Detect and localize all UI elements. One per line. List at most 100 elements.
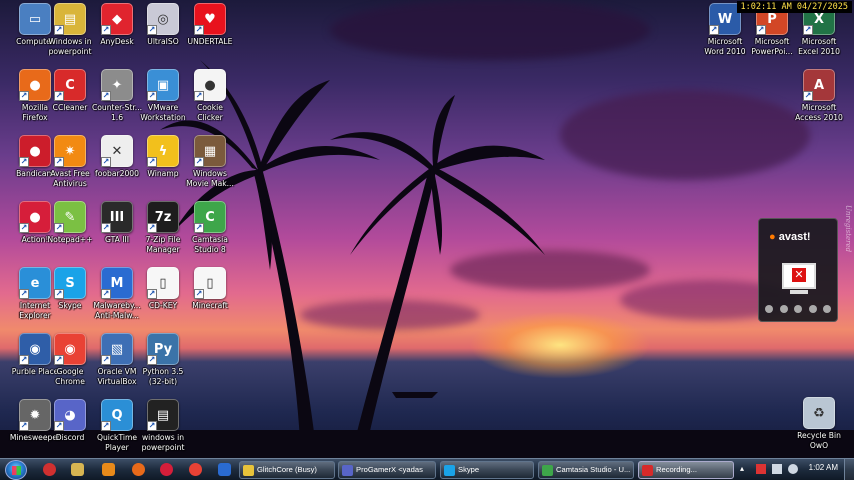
- desktop-icon-python-3-5[interactable]: Py ↗ Python 3.5 (32-bit): [128, 333, 198, 397]
- microsoft-access-2010-icon: A ↗: [803, 69, 835, 101]
- shortcut-arrow-icon: ↗: [756, 25, 766, 35]
- shortcut-arrow-icon: ↗: [54, 91, 64, 101]
- taskbar-app-icon: [642, 465, 653, 476]
- shortcut-arrow-icon: ↗: [54, 223, 64, 233]
- taskbar-button[interactable]: Camtasia Studio - U...: [538, 461, 634, 479]
- shortcut-arrow-icon: ↗: [147, 421, 157, 431]
- taskbar-button[interactable]: GlitchCore (Busy): [239, 461, 335, 479]
- shortcut-arrow-icon: ↗: [101, 355, 111, 365]
- desktop-icon-undertale[interactable]: ♥ ↗ UNDERTALE: [175, 3, 245, 67]
- desktop-icon-windows-movie-maker[interactable]: ▦ ↗ Windows Movie Mak...: [175, 135, 245, 199]
- start-button[interactable]: [5, 460, 27, 480]
- quicklaunch-action-icon[interactable]: [160, 463, 173, 476]
- shortcut-arrow-icon: ↗: [101, 157, 111, 167]
- show-hidden-icons-chevron-icon[interactable]: ▴: [740, 464, 750, 474]
- update-icon[interactable]: [823, 305, 831, 313]
- desktop-icon-label: Minecraft: [192, 301, 228, 310]
- settings-icon[interactable]: [765, 305, 773, 313]
- quicklaunch-explorer-icon[interactable]: [71, 463, 84, 476]
- tray-volume-icon[interactable]: [788, 464, 798, 474]
- shortcut-arrow-icon: ↗: [194, 289, 204, 299]
- desktop-icon-recycle-bin[interactable]: ♻ Recycle Bin OwO: [784, 397, 854, 458]
- desktop-icon-label: Camtasia Studio 8: [192, 235, 228, 254]
- shortcut-arrow-icon: ↗: [19, 289, 29, 299]
- taskbar-button[interactable]: Recording...: [638, 461, 734, 479]
- desktop-icon-windows-in-powerpoint-2[interactable]: ▤ ↗ windows in powerpoint: [128, 399, 198, 458]
- windows-movie-maker-icon: ▦ ↗: [194, 135, 226, 167]
- desktop-icon-label: Windows Movie Mak...: [186, 169, 234, 188]
- shortcut-arrow-icon: ↗: [101, 421, 111, 431]
- show-desktop-button[interactable]: [844, 459, 854, 480]
- shortcut-arrow-icon: ↗: [709, 25, 719, 35]
- windows-in-powerpoint-2-icon: ▤ ↗: [147, 399, 179, 431]
- shortcut-arrow-icon: ↗: [194, 25, 204, 35]
- shortcut-arrow-icon: ↗: [147, 355, 157, 365]
- desktop-icon-label: Recycle Bin OwO: [797, 431, 841, 450]
- recording-clock-overlay: 1:02:11 AM 04/27/2025: [736, 1, 852, 13]
- shortcut-arrow-icon: ↗: [54, 355, 64, 365]
- taskbar-button-label: Skype: [458, 465, 480, 474]
- taskbar-button[interactable]: Skype: [440, 461, 534, 479]
- cookie-clicker-icon: ● ↗: [194, 69, 226, 101]
- desktop[interactable]: ▭ Computer ▤ ↗ Windows in powerpoint ◆ ↗ AnyDes…: [0, 0, 854, 458]
- taskbar-button[interactable]: ProGamerX <yadas: [338, 461, 436, 479]
- shortcut-arrow-icon: ↗: [19, 421, 29, 431]
- shortcut-arrow-icon: ↗: [147, 157, 157, 167]
- twitter-icon[interactable]: [794, 305, 802, 313]
- shortcut-arrow-icon: ↗: [19, 91, 29, 101]
- shortcut-arrow-icon: ↗: [19, 355, 29, 365]
- desktop-icon-label: UNDERTALE: [187, 37, 233, 46]
- avast-gadget[interactable]: ● avast! ✕: [758, 218, 838, 322]
- shortcut-arrow-icon: ↗: [147, 25, 157, 35]
- camtasia-studio-8-icon: C ↗: [194, 201, 226, 233]
- desktop-icon-microsoft-access-2010[interactable]: A ↗ Microsoft Access 2010: [784, 69, 854, 133]
- taskbar-app-icon: [243, 465, 254, 476]
- taskbar-app-icon: [542, 465, 553, 476]
- desktop-icon-cookie-clicker[interactable]: ● ↗ Cookie Clicker: [175, 69, 245, 133]
- taskbar-button-label: GlitchCore (Busy): [257, 465, 317, 474]
- quicklaunch-firefox-icon[interactable]: [132, 463, 145, 476]
- taskbar-clock[interactable]: 1:02 AM: [809, 463, 838, 472]
- desktop-icon-minecraft[interactable]: ▯ ↗ Minecraft: [175, 267, 245, 331]
- shortcut-arrow-icon: ↗: [19, 157, 29, 167]
- shortcut-arrow-icon: ↗: [803, 91, 813, 101]
- desktop-icon-label: Cookie Clicker: [197, 103, 223, 122]
- desktop-icon-camtasia-studio-8[interactable]: C ↗ Camtasia Studio 8: [175, 201, 245, 265]
- tray-flag-icon[interactable]: [756, 464, 766, 474]
- quicklaunch-malwarebytes-icon[interactable]: [218, 463, 231, 476]
- shortcut-arrow-icon: ↗: [101, 91, 111, 101]
- shortcut-arrow-icon: ↗: [54, 289, 64, 299]
- taskbar-app-icon: [342, 465, 353, 476]
- quicklaunch-chrome-icon[interactable]: [189, 463, 202, 476]
- shortcut-arrow-icon: ↗: [54, 421, 64, 431]
- unregistered-watermark: Unregistered: [844, 205, 852, 253]
- error-x-icon: ✕: [792, 268, 806, 282]
- desktop-icon-label: Microsoft Excel 2010: [798, 37, 840, 56]
- shortcut-arrow-icon: ↗: [54, 157, 64, 167]
- avast-gadget-controls: [765, 305, 831, 313]
- taskbar: GlitchCore (Busy) ProGamerX <yadas Skype Ca…: [0, 458, 854, 480]
- shortcut-arrow-icon: ↗: [19, 223, 29, 233]
- quicklaunch-avast-icon[interactable]: [43, 463, 56, 476]
- taskbar-button-label: ProGamerX <yadas: [356, 465, 423, 474]
- avast-logo: ● avast!: [769, 231, 811, 243]
- shortcut-arrow-icon: ↗: [194, 157, 204, 167]
- shortcut-arrow-icon: ↗: [803, 25, 813, 35]
- quicklaunch-media-icon[interactable]: [102, 463, 115, 476]
- tray-network-icon[interactable]: [772, 464, 782, 474]
- facebook-icon[interactable]: [808, 305, 817, 313]
- shortcut-arrow-icon: ↗: [101, 25, 111, 35]
- avast-status-monitor-icon[interactable]: ✕: [782, 263, 816, 294]
- desktop-icon-label: windows in powerpoint: [141, 433, 185, 452]
- shortcut-arrow-icon: ↗: [54, 25, 64, 35]
- refresh-icon[interactable]: [779, 305, 788, 313]
- shortcut-arrow-icon: ↗: [147, 223, 157, 233]
- shortcut-arrow-icon: ↗: [147, 91, 157, 101]
- desktop-icon-label: Microsoft Access 2010: [795, 103, 843, 122]
- desktop-icon-label: Python 3.5 (32-bit): [142, 367, 184, 386]
- taskbar-app-icon: [444, 465, 455, 476]
- taskbar-button-label: Camtasia Studio - U...: [556, 465, 631, 474]
- shortcut-arrow-icon: ↗: [101, 289, 111, 299]
- recycle-bin-icon: ♻: [803, 397, 835, 429]
- shortcut-arrow-icon: ↗: [101, 223, 111, 233]
